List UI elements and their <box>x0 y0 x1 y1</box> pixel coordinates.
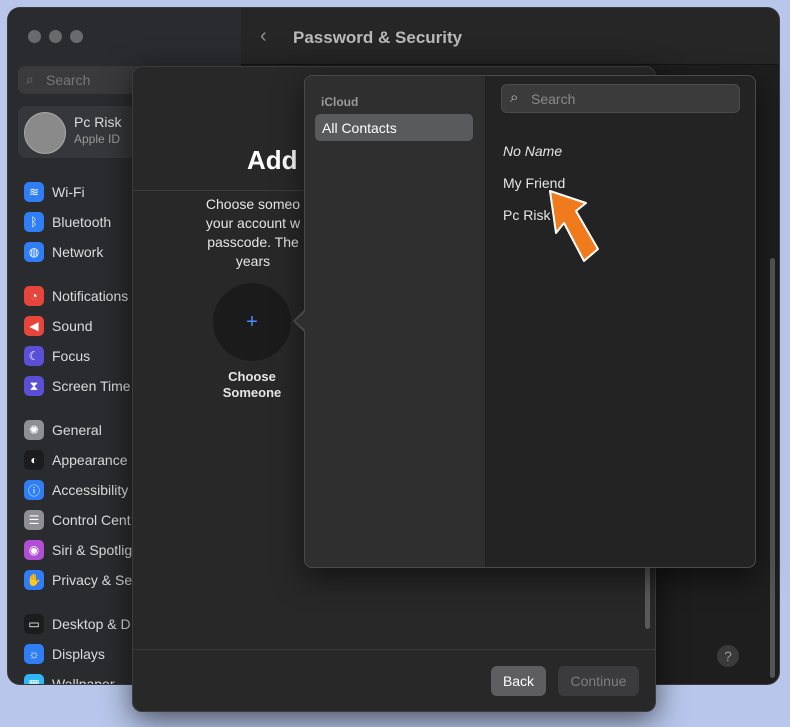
sidebar-item-label: Sound <box>52 318 93 334</box>
window-scrollbar[interactable] <box>770 258 775 678</box>
sidebar-item-label: Accessibility <box>52 482 129 498</box>
help-button[interactable]: ? <box>717 645 739 667</box>
control-center-icon: ☰ <box>24 510 44 530</box>
sidebar-item-label: Notifications <box>52 288 129 304</box>
choose-someone-button[interactable]: + <box>213 283 291 361</box>
footer-divider <box>133 649 655 650</box>
contact-search-input[interactable]: ⌕ Search <box>501 84 740 113</box>
back-chevron-icon[interactable]: ‹ <box>260 25 267 48</box>
sidebar-item-label: Bluetooth <box>52 214 112 230</box>
sidebar-search-placeholder: Search <box>46 72 91 88</box>
sidebar-item-label: Network <box>52 244 104 260</box>
desktop-icon: ▭ <box>24 614 44 634</box>
sidebar-item-label: Privacy & Se <box>52 572 133 588</box>
sidebar-item-label: Wi-Fi <box>52 184 85 200</box>
sidebar-item-label: Wallpaper <box>52 676 115 684</box>
zoom-window-button[interactable] <box>70 30 83 43</box>
continue-button[interactable]: Continue <box>558 666 639 696</box>
sidebar-item-label: Screen Time <box>52 378 131 394</box>
moon-icon: ☾ <box>24 346 44 366</box>
popover-arrow-fill <box>295 311 306 331</box>
group-label: All Contacts <box>322 120 397 136</box>
profile-subtitle: Apple ID <box>74 132 121 146</box>
wallpaper-icon: ▦ <box>24 674 44 684</box>
sidebar-item-label: Desktop & D <box>52 616 131 632</box>
sidebar-item-label: Siri & Spotlig <box>52 542 133 558</box>
sidebar-item-accessibility[interactable]: ⓘ Accessibility <box>24 479 128 501</box>
sidebar-item-wi-fi[interactable]: ≋ Wi-Fi <box>24 181 85 203</box>
sidebar-item-label: Control Cent <box>52 512 131 528</box>
globe-icon: ◍ <box>24 242 44 262</box>
sidebar-item-bluetooth[interactable]: ᛒ Bluetooth <box>24 211 111 233</box>
bluetooth-icon: ᛒ <box>24 212 44 232</box>
wifi-icon: ≋ <box>24 182 44 202</box>
siri-icon: ◉ <box>24 540 44 560</box>
profile-name: Pc Risk <box>74 114 122 130</box>
appearance-icon: ◐ <box>24 450 44 470</box>
sidebar-item-sound[interactable]: ◀ Sound <box>24 315 92 337</box>
sidebar-item-label: Appearance <box>52 452 128 468</box>
sidebar-item-desktop-d[interactable]: ▭ Desktop & D <box>24 613 131 635</box>
group-all-contacts[interactable]: All Contacts <box>315 114 473 141</box>
sidebar-item-general[interactable]: ✺ General <box>24 419 102 441</box>
contact-search-placeholder: Search <box>531 91 576 107</box>
hourglass-icon: ⧗ <box>24 376 44 396</box>
avatar <box>24 112 66 154</box>
search-icon: ⌕ <box>510 89 519 106</box>
contact-no-name[interactable]: No Name <box>503 143 562 159</box>
sun-icon: ☼ <box>24 644 44 664</box>
sidebar-item-focus[interactable]: ☾ Focus <box>24 345 90 367</box>
pointer-arrow-icon <box>549 190 599 262</box>
sidebar-item-screen-time[interactable]: ⧗ Screen Time <box>24 375 131 397</box>
window-title: Password & Security <box>293 28 463 47</box>
group-header: iCloud <box>321 95 359 109</box>
sidebar-item-appearance[interactable]: ◐ Appearance <box>24 449 128 471</box>
sidebar-item-network[interactable]: ◍ Network <box>24 241 103 263</box>
sidebar-item-wallpaper[interactable]: ▦ Wallpaper <box>24 673 115 684</box>
sidebar-item-label: Focus <box>52 348 91 364</box>
sidebar-item-displays[interactable]: ☼ Displays <box>24 643 105 665</box>
bell-icon: ◔ <box>24 286 44 306</box>
sheet-scrollbar[interactable] <box>645 567 650 629</box>
sidebar-item-privacy-se[interactable]: ✋ Privacy & Se <box>24 569 132 591</box>
gear-icon: ✺ <box>24 420 44 440</box>
sheet-description: Choose someo your account w passcode. Th… <box>205 196 301 269</box>
contact-pc-risk[interactable]: Pc Risk <box>503 207 550 223</box>
back-button[interactable]: Back <box>491 666 546 696</box>
hand-icon: ✋ <box>24 570 44 590</box>
sidebar-item-label: General <box>52 422 102 438</box>
sidebar-item-notifications[interactable]: ◔ Notifications <box>24 285 128 307</box>
close-window-button[interactable] <box>28 30 41 43</box>
contact-picker-popover: iCloud All Contacts ⌕ Search No Name My … <box>293 75 756 568</box>
choose-someone-label: Choose Someone <box>222 369 282 400</box>
contact-groups-pane: iCloud All Contacts <box>305 76 486 567</box>
sidebar-item-control-cent[interactable]: ☰ Control Cent <box>24 509 131 531</box>
sidebar-item-label: Displays <box>52 646 105 662</box>
sheet-title: Add <box>247 145 298 175</box>
accessibility-icon: ⓘ <box>24 480 44 500</box>
speaker-icon: ◀ <box>24 316 44 336</box>
minimize-window-button[interactable] <box>49 30 62 43</box>
search-icon: ⌕ <box>26 71 34 87</box>
sidebar-item-siri-spotlig[interactable]: ◉ Siri & Spotlig <box>24 539 132 561</box>
